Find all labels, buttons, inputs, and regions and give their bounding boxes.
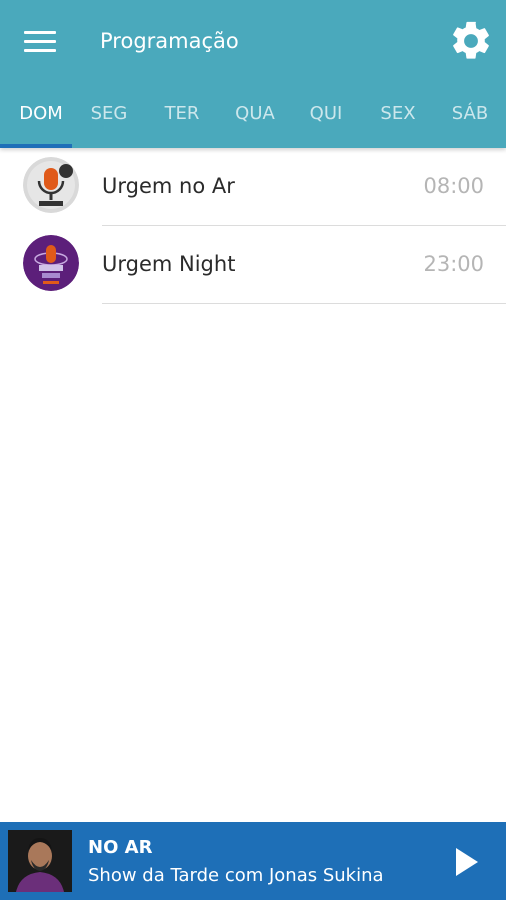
program-time: 08:00 — [423, 174, 484, 198]
program-name: Urgem Night — [102, 252, 236, 276]
tab-dom[interactable]: DOM — [0, 92, 82, 148]
program-time: 23:00 — [423, 252, 484, 276]
list-item[interactable]: Urgem no Ar 08:00 — [0, 148, 506, 226]
app-bar: Programação DOM SEG TER QUA QUI SEX SÁB — [0, 0, 506, 148]
tab-ter[interactable]: TER — [146, 92, 218, 148]
tab-seg[interactable]: SEG — [72, 92, 146, 148]
host-photo — [8, 830, 72, 892]
gear-icon[interactable] — [448, 18, 494, 64]
program-name: Urgem no Ar — [102, 174, 235, 198]
list-item[interactable]: Urgem Night 23:00 — [0, 226, 506, 304]
page-title: Programação — [100, 29, 239, 53]
on-air-label: NO AR — [88, 837, 153, 858]
menu-icon[interactable] — [22, 26, 58, 56]
avatar — [23, 157, 79, 213]
microphone-logo-purple-icon — [23, 235, 79, 291]
microphone-logo-icon — [23, 157, 79, 213]
now-playing-bar[interactable]: NO AR Show da Tarde com Jonas Sukina — [0, 822, 506, 900]
avatar — [23, 235, 79, 291]
day-tabs: DOM SEG TER QUA QUI SEX SÁB — [0, 92, 506, 148]
divider — [102, 303, 506, 304]
play-icon[interactable] — [446, 842, 486, 882]
tab-qua[interactable]: QUA — [218, 92, 292, 148]
program-list: Urgem no Ar 08:00 Urgem Night 23:00 — [0, 148, 506, 304]
tab-qui[interactable]: QUI — [292, 92, 360, 148]
host-photo-image — [8, 830, 72, 892]
tab-sex[interactable]: SEX — [360, 92, 436, 148]
tab-sab[interactable]: SÁB — [434, 92, 506, 148]
show-title: Show da Tarde com Jonas Sukina — [88, 865, 384, 886]
